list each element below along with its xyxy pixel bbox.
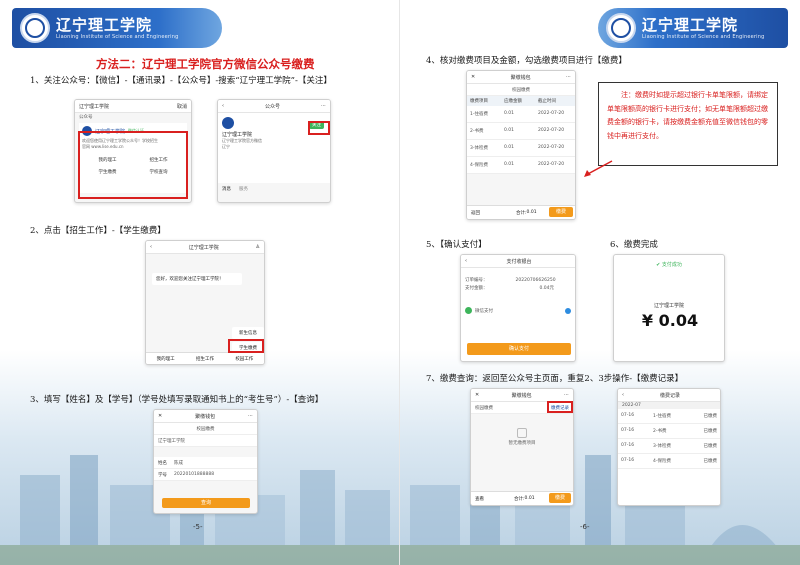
success-check-icon: ✔ — [656, 262, 661, 268]
table-row[interactable]: 4-保险费 0.01 2022-07-20 — [467, 157, 575, 174]
screenshot-payment-records: ‹ 缴费记录 2022-07 07-16 1-住宿费 已缴费 07-16 2-书费 已缴费… — [617, 388, 721, 506]
page-5: 辽宁理工学院 Liaoning Institute of Science and… — [0, 0, 400, 565]
empty-message: 暂无缴费项目 — [508, 441, 536, 446]
method-title: 方法二：辽宁理工学院官方微信公众号缴费 — [96, 57, 315, 71]
empty-box-icon — [517, 428, 527, 438]
table-row[interactable]: 07-16 1-住宿费 已缴费 — [618, 409, 720, 424]
amount-label: 支付金额： — [465, 286, 488, 291]
campus-background-illustration — [400, 455, 800, 565]
fee-table-header: 缴费项目 应缴金额 截止时间 — [467, 96, 575, 106]
highlight-records-box — [547, 401, 573, 413]
table-row[interactable]: 1-住宿费 0.01 2022-07-20 — [467, 106, 575, 123]
school-seal-logo — [606, 13, 636, 43]
profile-avatar — [222, 117, 234, 129]
profile-title: 公众号 — [264, 103, 280, 110]
school-selector[interactable]: 辽宁理工学院 — [154, 435, 257, 447]
tab-services[interactable]: 服务 — [239, 186, 248, 192]
order-number: 20220706626250 — [515, 278, 556, 283]
table-row[interactable]: 2-书费 0.01 2022-07-20 — [467, 123, 575, 140]
page-6: 辽宁理工学院 Liaoning Institute of Science and… — [400, 0, 800, 565]
cancel-link[interactable]: 取消 — [177, 103, 187, 110]
menu-new-student-info[interactable]: 新生信息 — [232, 327, 264, 339]
table-row[interactable]: 07-16 3-体检费 已缴费 — [618, 439, 720, 454]
bottom-menu-campus[interactable]: 校园工作 — [235, 356, 253, 362]
payment-limit-note: 注：缴费时如提示超过银行卡单笔限额，请绑定单笔限额高的银行卡进行支付；如无单笔限… — [598, 82, 778, 166]
order-label: 订单编号： — [465, 278, 488, 283]
table-row[interactable]: 3-体检费 0.01 2022-07-20 — [467, 140, 575, 157]
highlight-follow-box — [308, 121, 330, 135]
bottom-menu-my-ligong[interactable]: 我的理工 — [157, 356, 175, 362]
school-name-cn: 辽宁理工学院 — [56, 16, 153, 34]
pay-button[interactable]: 缴费 — [549, 207, 573, 217]
confirm-pay-button[interactable]: 确认支付 — [467, 343, 571, 355]
total-label: 合计: — [514, 496, 525, 502]
amount-value: 0.04元 — [539, 286, 555, 291]
school-name-en: Liaoning Institute of Science and Engine… — [642, 34, 765, 40]
screenshot-payment-success: ✔ 支付成功 辽宁理工学院 ¥ 0.04 — [613, 254, 725, 362]
name-label: 姓名 — [158, 460, 167, 466]
records-month: 2022-07 — [618, 402, 720, 409]
screenshot-checkout: ‹ 支付收银台 订单编号： 20220706626250 支付金额： 0.04元 微信… — [460, 254, 576, 362]
highlight-account-box — [78, 131, 188, 199]
checkout-title: 支付收银台 — [506, 258, 532, 265]
step-5-text: 5、【确认支付】 — [426, 240, 487, 250]
wallet-subtitle: 校园缴费 — [467, 84, 575, 96]
name-input[interactable]: 陈成 — [174, 460, 183, 466]
wallet-subtitle: 校园缴费 — [475, 405, 493, 411]
step-1-text: 1、关注公众号：【微信】-【通讯录】-【公众号】-搜索“辽宁理工学院”-【关注】 — [30, 76, 332, 86]
arrow-icon — [584, 160, 613, 177]
section-label: 公众号 — [79, 115, 93, 120]
search-field[interactable]: 辽宁理工学院 — [79, 103, 109, 110]
tab-messages[interactable]: 消息 — [222, 186, 231, 192]
step-7-text: 7、缴费查询：返回至公众号主页面，重复2、3步操作-【缴费记录】 — [426, 374, 684, 384]
school-banner: 辽宁理工学院 Liaoning Institute of Science and… — [12, 8, 222, 48]
page-number-left: -5- — [193, 523, 203, 531]
student-id-input[interactable]: 20220101888888 — [174, 472, 214, 477]
total-value: 0.01 — [524, 496, 535, 501]
screenshot-query-form: ✕ 聚缴钱包 ⋯ 校园缴费 辽宁理工学院 姓名 陈成 学号 20220101888888… — [153, 409, 258, 514]
school-name-en: Liaoning Institute of Science and Engine… — [56, 34, 179, 40]
screenshot-account-profile: ‹ 公众号 ⋯ 辽宁理工学院 辽宁理工学院官方微信 辽宁 关注 消息 服务 — [217, 99, 331, 203]
radio-selected-icon[interactable] — [565, 307, 571, 314]
step-4-text: 4、核对缴费项目及金额，勾选缴费项目进行【缴费】 — [426, 56, 627, 66]
school-seal-logo — [20, 13, 50, 43]
wallet-title: 聚缴钱包 — [510, 74, 531, 81]
step-3-text: 3、填写【姓名】及【学号】（学号处填写录取通知书上的“考生号”）-【查询】 — [30, 395, 324, 405]
page-number-right: -6- — [580, 523, 590, 531]
wallet-title: 聚缴钱包 — [511, 392, 532, 399]
query-button[interactable]: 查询 — [162, 498, 250, 508]
wallet-title: 聚缴钱包 — [195, 413, 216, 420]
total-value: 0.01 — [526, 210, 537, 215]
back-link[interactable]: 返回 — [471, 210, 480, 216]
school-name-cn: 辽宁理工学院 — [642, 16, 739, 34]
merchant-name: 辽宁理工学院 — [653, 303, 684, 309]
school-banner: 辽宁理工学院 Liaoning Institute of Science and… — [598, 8, 788, 48]
wallet-subtitle: 校园缴费 — [154, 423, 257, 435]
records-title: 缴费记录 — [659, 392, 680, 399]
welcome-message: 您好，欢迎您关注辽宁理工学院！ — [152, 273, 242, 285]
screenshot-fee-items: ✕ 聚缴钱包 ⋯ 校园缴费 缴费项目 应缴金额 截止时间 1-住宿费 0.01 2022-0… — [466, 70, 576, 220]
profile-icon: ♙ — [255, 244, 260, 250]
student-id-label: 学号 — [158, 472, 167, 478]
payment-method[interactable]: 微信支付 — [475, 308, 493, 314]
step-2-text: 2、点击【招生工作】-【学生缴费】 — [30, 226, 166, 236]
table-row[interactable]: 07-16 2-书费 已缴费 — [618, 424, 720, 439]
table-row[interactable]: 07-16 4-保险费 已缴费 — [618, 454, 720, 469]
chat-title: 辽宁理工学院 — [188, 244, 219, 251]
highlight-student-pay-box — [228, 339, 264, 353]
paid-amount: ¥ 0.04 — [641, 311, 699, 330]
bottom-menu-admissions[interactable]: 招生工作 — [196, 356, 214, 362]
wechat-pay-icon — [465, 307, 472, 314]
profile-location: 辽宁 — [222, 144, 230, 149]
view-link[interactable]: 查看 — [475, 496, 484, 502]
success-status: 支付成功 — [661, 262, 682, 268]
total-label: 合计: — [516, 210, 527, 216]
step-6-text: 6、缴费完成 — [610, 240, 658, 250]
pay-button[interactable]: 缴费 — [549, 493, 571, 503]
